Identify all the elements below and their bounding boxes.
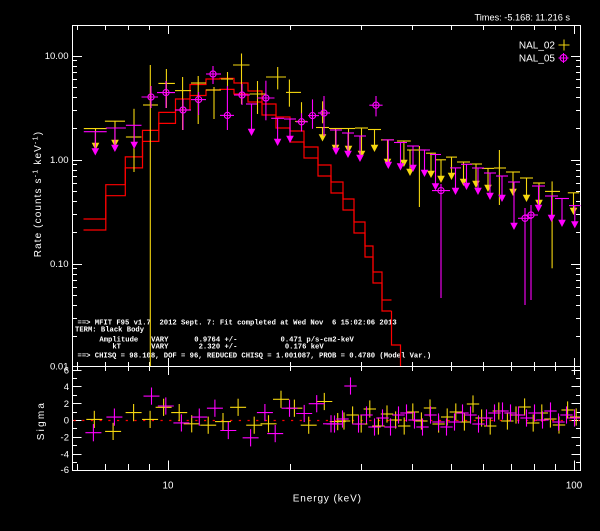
svg-text:==> CHISQ = 98.108, DOF = 96,: ==> CHISQ = 98.108, DOF = 96, REDUCED CH… — [78, 353, 432, 361]
svg-text:-6: -6 — [61, 465, 69, 476]
svg-text:10: 10 — [163, 481, 174, 492]
svg-text:4: 4 — [64, 382, 69, 393]
svg-text:-2: -2 — [61, 433, 69, 444]
svg-text:Times: -5.168: 11.216 s: Times: -5.168: 11.216 s — [475, 13, 571, 23]
svg-text:Rate (counts s-1 keV-1): Rate (counts s-1 keV-1) — [31, 131, 45, 257]
svg-text:100: 100 — [566, 481, 583, 492]
svg-text:0.10: 0.10 — [50, 259, 69, 270]
svg-text:NAL_05: NAL_05 — [519, 54, 556, 65]
svg-text:-4: -4 — [61, 449, 69, 460]
svg-text:TERM: Black Body: TERM: Black Body — [75, 326, 145, 334]
svg-text:0: 0 — [64, 416, 69, 427]
svg-text:10.00: 10.00 — [45, 51, 69, 62]
svg-text:2: 2 — [64, 399, 69, 410]
svg-text:6: 6 — [64, 366, 69, 377]
svg-text:kT VARY 2.320 +/-: kT VARY 2.320 +/- 0.176 keV — [74, 343, 325, 351]
svg-text:Energy (keV): Energy (keV) — [293, 494, 362, 505]
svg-text:1.00: 1.00 — [50, 155, 69, 166]
svg-text:NAL_02: NAL_02 — [519, 41, 556, 52]
svg-text:Sigma: Sigma — [36, 401, 47, 440]
